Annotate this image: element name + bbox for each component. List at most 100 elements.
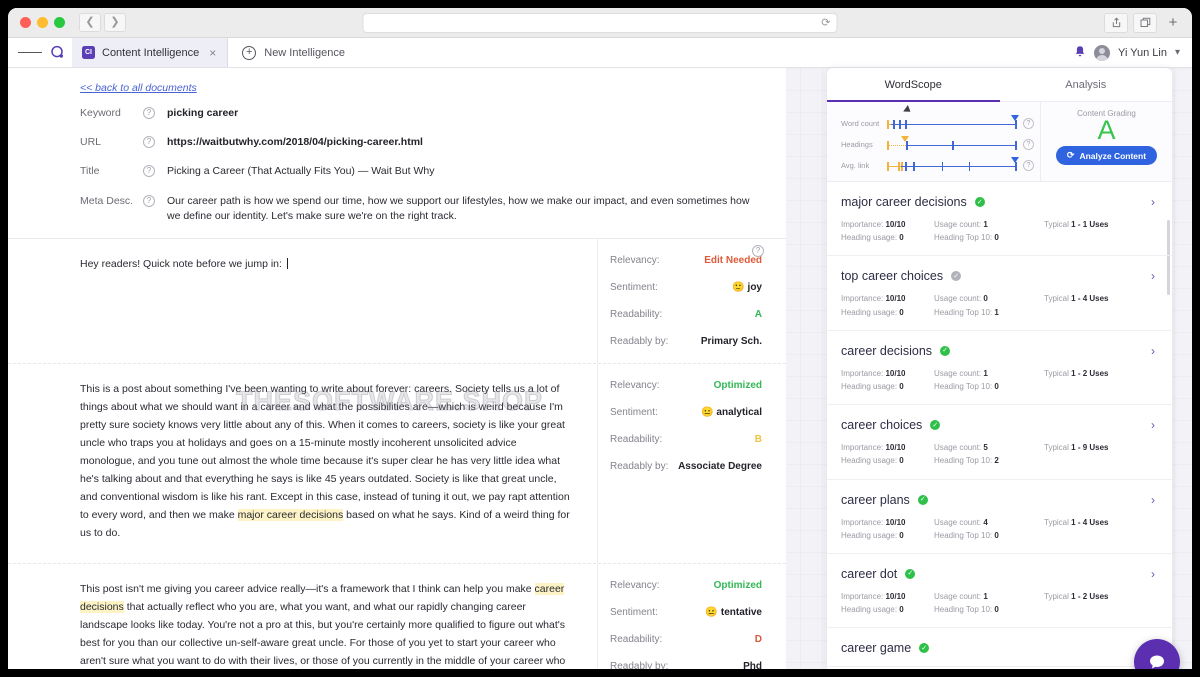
stat-label: Typical — [1044, 368, 1069, 378]
metric-relevancy: Relevancy: Optimized — [610, 380, 762, 391]
stat-col-usage: Usage count: 5 Heading Top 10: 2 — [934, 441, 1044, 467]
notification-bell-icon[interactable] — [1074, 45, 1086, 61]
card-header: career dot ✓ — [841, 567, 1152, 581]
metric-value: 😐 tentative — [705, 607, 762, 618]
block-text-post: that actually reflect who you are, what … — [80, 600, 566, 667]
stat-label: Heading usage: — [841, 233, 898, 243]
block-editor-text[interactable]: Hey readers! Quick note before we jump i… — [8, 239, 597, 363]
new-intelligence-button[interactable]: + New Intelligence — [228, 38, 359, 67]
sentiment-text: tentative — [720, 606, 762, 618]
chevron-right-icon[interactable]: › — [1151, 344, 1155, 358]
stat-value: 0 — [899, 307, 904, 317]
stat-col-usage: Usage count: 1 Heading Top 10: 0 — [934, 218, 1044, 244]
card-header: top career choices ✓ — [841, 269, 1152, 283]
help-icon[interactable]: ? — [1023, 160, 1034, 171]
gauge-word-count[interactable]: Word count ? — [841, 113, 1034, 134]
quark-logo-icon[interactable] — [42, 38, 72, 67]
window-controls[interactable] — [16, 17, 65, 28]
close-icon[interactable]: × — [209, 46, 216, 60]
chevron-down-icon[interactable]: ▾ — [1175, 47, 1180, 58]
keyword-card[interactable]: major career decisions ✓ › Importance: 1… — [827, 182, 1172, 257]
stat-value: 0 — [899, 233, 904, 243]
address-bar[interactable]: ⟳ — [362, 12, 838, 33]
chevron-right-icon[interactable]: › — [1151, 493, 1155, 507]
keyword-card[interactable]: career plans ✓ › Importance: 10/10 Headi… — [827, 480, 1172, 554]
help-icon[interactable]: ? — [143, 165, 155, 178]
stat-col-usage: Usage count: 0 Heading Top 10: 1 — [934, 292, 1044, 318]
stat-label: Heading Top 10: — [934, 605, 993, 615]
minimize-window-button[interactable] — [37, 17, 48, 28]
stat-col-importance: Importance: 10/10 Heading usage: 0 — [841, 516, 934, 542]
meta-value-title: Picking a Career (That Actually Fits You… — [167, 165, 435, 178]
analyze-content-button[interactable]: ⟳ Analyze Content — [1055, 146, 1158, 165]
new-tab-icon[interactable]: + — [1162, 13, 1184, 33]
chevron-right-icon[interactable]: › — [1151, 567, 1155, 581]
stat-label: Typical — [1044, 591, 1069, 601]
back-icon[interactable]: ❮ — [79, 13, 101, 32]
block-editor-text[interactable]: This is a post about something I've been… — [8, 364, 597, 562]
gauge-track[interactable] — [887, 156, 1019, 173]
help-icon[interactable]: ? — [143, 107, 155, 119]
gauge-headings[interactable]: Headings ? — [841, 134, 1034, 155]
help-icon[interactable]: ? — [1023, 118, 1034, 129]
maximize-window-button[interactable] — [54, 17, 65, 28]
gauge-track[interactable] — [887, 135, 1017, 152]
help-icon[interactable]: ? — [143, 194, 155, 207]
gauge-track[interactable] — [887, 114, 1019, 131]
stat-value: 1 — [983, 220, 988, 229]
stat-col-importance: Importance: 10/10 Heading usage: 0 — [841, 292, 934, 318]
check-badge-icon: ✓ — [940, 345, 951, 356]
stat-value: 1 - 1 Uses — [1071, 220, 1109, 229]
stat-label: Importance: — [841, 443, 884, 453]
metric-label: Readability: — [610, 309, 663, 321]
gauge-label: Avg. link — [841, 161, 870, 170]
chevron-right-icon[interactable]: › — [1151, 195, 1155, 209]
check-badge-icon: ✓ — [951, 271, 962, 282]
metric-value: 😐 analytical — [701, 407, 762, 418]
metric-label: Sentiment: — [610, 282, 658, 294]
keyword-card[interactable]: career choices ✓ › Importance: 10/10 Hea… — [827, 405, 1172, 480]
share-icon[interactable] — [1104, 12, 1128, 33]
reload-icon[interactable]: ⟳ — [821, 16, 830, 29]
stat-label: Importance: — [841, 220, 884, 229]
document-column: << back to all documents Keyword ? picki… — [8, 68, 786, 669]
help-icon[interactable]: ? — [143, 136, 155, 149]
chevron-right-icon[interactable]: › — [1151, 418, 1155, 432]
stat-col-typical: Typical 1 - 2 Uses — [1044, 590, 1137, 616]
hamburger-icon[interactable] — [18, 38, 42, 67]
forward-icon[interactable]: ❯ — [104, 13, 126, 32]
tab-label: WordScope — [884, 78, 942, 91]
card-title: career game — [841, 641, 912, 656]
stat-value: 0 — [983, 294, 988, 304]
help-icon[interactable]: ? — [752, 245, 764, 258]
navigation-buttons[interactable]: ❮ ❯ — [79, 13, 126, 32]
tab-wordscope[interactable]: WordScope — [827, 68, 1000, 102]
card-stats: Importance: 10/10 Heading usage: 0 Usage… — [841, 367, 1152, 393]
chevron-right-icon[interactable]: › — [1151, 269, 1155, 283]
keyword-card[interactable]: top career choices ✓ › Importance: 10/10… — [827, 256, 1172, 331]
meta-row-title: Title ? Picking a Career (That Actually … — [80, 164, 752, 179]
metric-value: A — [754, 309, 762, 321]
stat-value: 0 — [899, 530, 904, 540]
keyword-card[interactable]: career decisions ✓ › Importance: 10/10 H… — [827, 331, 1172, 406]
stat-label: Heading Top 10: — [934, 530, 993, 540]
keyword-card[interactable]: career dot ✓ › Importance: 10/10 Heading… — [827, 554, 1172, 629]
sentiment-text: joy — [747, 282, 762, 294]
meta-row-meta-desc: Meta Desc. ? Our career path is how we s… — [80, 194, 752, 224]
tabs-icon[interactable] — [1133, 12, 1157, 33]
metric-value: B — [754, 434, 762, 446]
back-to-all-documents-link[interactable]: << back to all documents — [8, 68, 197, 106]
gauge-avg-link[interactable]: Avg. link ? — [841, 155, 1034, 176]
keyword-card[interactable]: career game ✓ › — [827, 628, 1172, 668]
avatar[interactable] — [1094, 44, 1111, 61]
app-tab-content-intelligence[interactable]: CI Content Intelligence × — [72, 38, 229, 67]
stat-col-usage: Usage count: 1 Heading Top 10: 0 — [934, 590, 1044, 616]
block-editor-text[interactable]: This post isn't me giving you career adv… — [8, 564, 597, 669]
keyword-cards-list[interactable]: major career decisions ✓ › Importance: 1… — [827, 182, 1172, 669]
tab-analysis[interactable]: Analysis — [1000, 68, 1173, 101]
stat-label: Usage count: — [934, 443, 982, 453]
metric-label: Readability: — [610, 633, 663, 645]
close-window-button[interactable] — [20, 17, 31, 28]
wordscope-gauges-section: Word count ? Headings ? Avg. link ? Cont… — [827, 102, 1172, 182]
help-icon[interactable]: ? — [1023, 139, 1034, 150]
